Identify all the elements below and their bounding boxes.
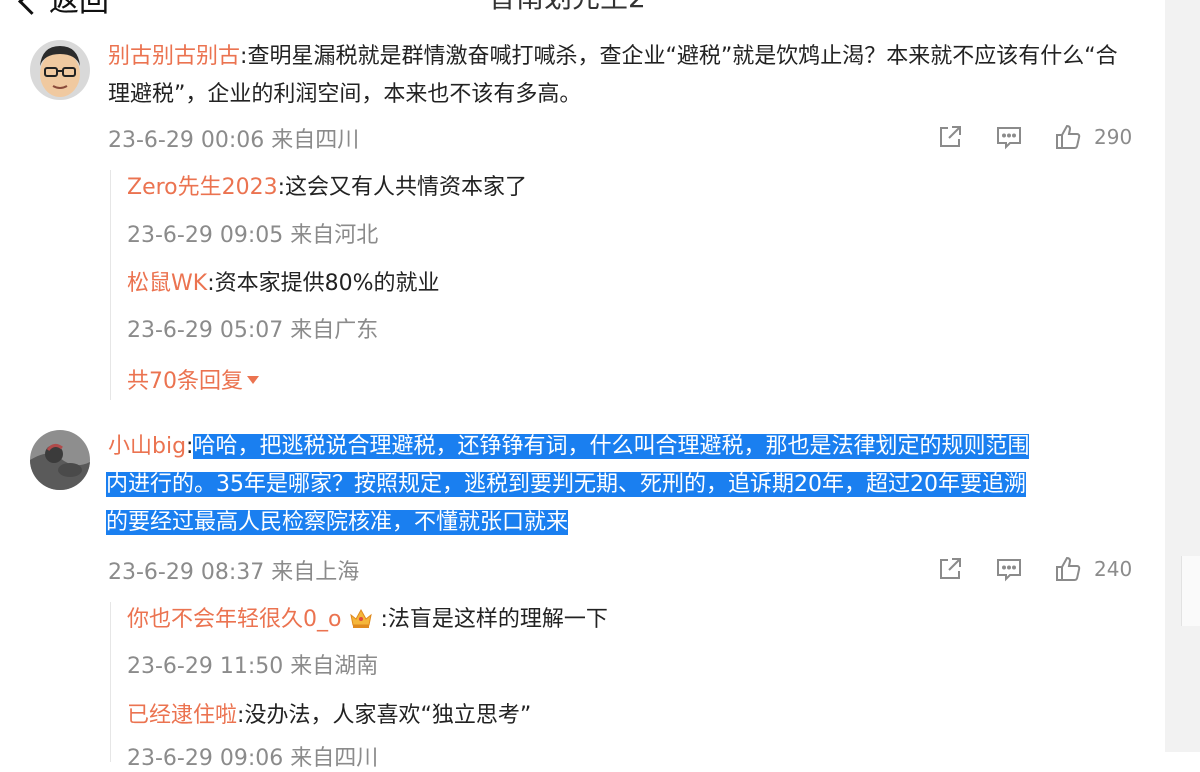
comment-meta: 23-6-29 08:37 来自上海 bbox=[108, 560, 360, 585]
comment-actions: 290 bbox=[934, 121, 1132, 153]
comment-icon bbox=[997, 127, 1021, 150]
avatar[interactable] bbox=[30, 40, 90, 100]
reply-item: 已经逮住啦:没办法，人家喜欢“独立思考” bbox=[127, 703, 532, 728]
share-icon bbox=[940, 558, 961, 579]
reply-item: Zero先生2023:这会又有人共情资本家了 bbox=[127, 175, 528, 200]
share-button[interactable] bbox=[934, 121, 966, 153]
reply-username[interactable]: Zero先生2023 bbox=[127, 175, 278, 200]
comment-content-line: 哈哈，把逃税说合理避税，还铮铮有词，什么叫合理避税，那也是法律划定的规则范围 bbox=[193, 434, 1030, 459]
comment-content-line: 内进行的。35年是哪家？按照规定，逃税到要判无期、死刑的，追诉期20年，超过20… bbox=[106, 472, 1026, 497]
more-replies-link[interactable]: 共70条回复 bbox=[127, 363, 259, 395]
scrollbar-thumb[interactable] bbox=[1181, 556, 1200, 626]
comment-username[interactable]: 别古别古别古 bbox=[108, 44, 240, 69]
crown-icon bbox=[349, 607, 373, 629]
reply-meta: 23-6-29 09:06 来自四川 bbox=[127, 746, 379, 771]
reply-meta: 23-6-29 09:05 来自河北 bbox=[127, 223, 379, 248]
caret-down-icon bbox=[247, 376, 259, 384]
reply-thread: Zero先生2023:这会又有人共情资本家了 23-6-29 09:05 来自河… bbox=[110, 170, 1111, 400]
reply-username[interactable]: 已经逮住啦 bbox=[127, 703, 237, 728]
reply-thread: 你也不会年轻很久0_o :法盲是这样的理解一下 23-6-29 11:50 来自… bbox=[110, 602, 1111, 771]
scrollbar-track[interactable] bbox=[1165, 0, 1200, 752]
like-count: 290 bbox=[1094, 125, 1133, 149]
comment-icon bbox=[997, 559, 1021, 582]
like-button[interactable] bbox=[1052, 121, 1084, 153]
reply-content: 没办法，人家喜欢“独立思考” bbox=[244, 703, 532, 728]
comment-text: 小山big:哈哈，把逃税说合理避税，还铮铮有词，什么叫合理避税，那也是法律划定的… bbox=[106, 434, 1030, 535]
reply-username[interactable]: 你也不会年轻很久0_o bbox=[127, 607, 341, 632]
chevron-left-icon bbox=[18, 0, 45, 15]
page-title: 香南划先生2 bbox=[488, 0, 646, 16]
share-button[interactable] bbox=[934, 553, 966, 585]
comment-text: 别古别古别古:查明星漏税就是群情激奋喊打喊杀，查企业“避税”就是饮鸩止渴？本来就… bbox=[108, 44, 1118, 107]
comment-content-line: 的要经过最高人民检察院核准，不懂就张口就来 bbox=[106, 510, 569, 535]
reply-meta: 23-6-29 11:50 来自湖南 bbox=[127, 654, 379, 679]
comment-button[interactable] bbox=[993, 553, 1025, 585]
reply-username[interactable]: 松鼠WK bbox=[127, 271, 207, 296]
reply-meta: 23-6-29 05:07 来自广东 bbox=[127, 318, 379, 343]
share-icon bbox=[940, 126, 961, 147]
like-icon bbox=[1056, 124, 1081, 149]
back-button[interactable]: 返回 bbox=[18, 0, 109, 20]
reply-item: 松鼠WK:资本家提供80%的就业 bbox=[127, 271, 440, 296]
back-label: 返回 bbox=[49, 0, 109, 19]
comment-button[interactable] bbox=[993, 121, 1025, 153]
like-count: 240 bbox=[1094, 557, 1133, 581]
avatar[interactable] bbox=[30, 430, 90, 490]
comment-meta: 23-6-29 00:06 来自四川 bbox=[108, 128, 360, 153]
comment-content: 查明星漏税就是群情激奋喊打喊杀，查企业“避税”就是饮鸩止渴？本来就不应该有什么“… bbox=[108, 44, 1118, 107]
like-icon bbox=[1056, 556, 1081, 581]
more-replies-label: 共70条回复 bbox=[127, 369, 243, 394]
reply-content: 法盲是这样的理解一下 bbox=[387, 607, 608, 632]
comment-username[interactable]: 小山big bbox=[108, 434, 186, 459]
top-bar: 返回 香南划先生2 bbox=[0, 0, 1165, 19]
reply-item: 你也不会年轻很久0_o :法盲是这样的理解一下 bbox=[127, 607, 608, 632]
reply-content: 这会又有人共情资本家了 bbox=[285, 175, 528, 200]
like-button[interactable] bbox=[1052, 553, 1084, 585]
comment-actions: 240 bbox=[934, 553, 1132, 585]
reply-content: 资本家提供80%的就业 bbox=[214, 271, 440, 296]
